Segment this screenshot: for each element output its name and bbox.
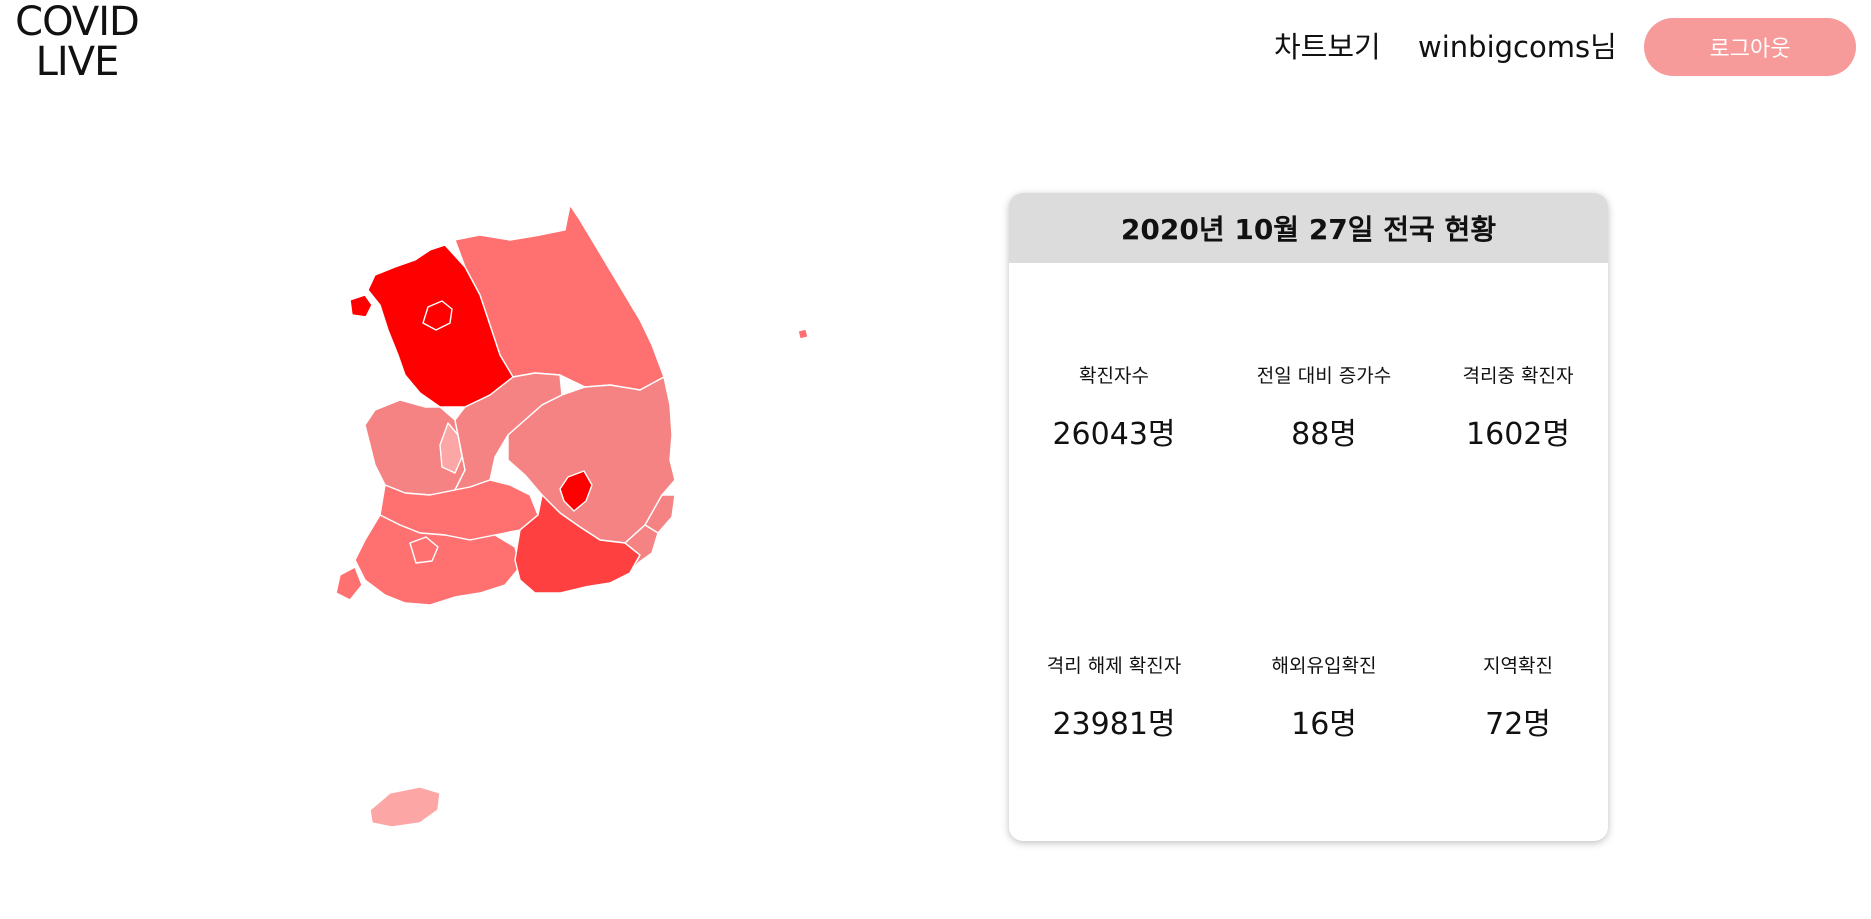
logout-button[interactable]: 로그아웃 — [1644, 18, 1856, 76]
stat-label: 격리 해제 확진자 — [1046, 655, 1182, 677]
stat-value: 23981명 — [1052, 707, 1176, 742]
stat-label: 지역확진 — [1483, 655, 1553, 677]
page: COVID LIVE 차트보기 winbigcoms님 로그아웃 2020년 1… — [0, 0, 1871, 919]
stat-isolating: 격리중 확진자 1602명 — [1418, 361, 1608, 453]
stat-local: 지역확진 72명 — [1418, 651, 1608, 743]
stat-value: 16명 — [1291, 707, 1357, 742]
stat-value: 88명 — [1291, 417, 1357, 452]
stat-label: 전일 대비 증가수 — [1256, 365, 1392, 387]
stat-label: 격리중 확진자 — [1462, 365, 1574, 387]
summary-card: 2020년 10월 27일 전국 현황 확진자수 26043명 전일 대비 증가… — [1009, 193, 1608, 841]
region-ulleung[interactable] — [797, 328, 809, 340]
summary-title: 2020년 10월 27일 전국 현황 — [1009, 193, 1608, 263]
logo-line-2: LIVE — [35, 39, 120, 85]
stat-value: 1602명 — [1466, 417, 1570, 452]
stat-value: 72명 — [1485, 707, 1551, 742]
korea-map — [280, 195, 820, 845]
stat-released: 격리 해제 확진자 23981명 — [1014, 651, 1214, 743]
logo[interactable]: COVID LIVE — [12, 2, 142, 82]
chart-view-link[interactable]: 차트보기 — [1274, 24, 1381, 66]
user-name-link[interactable]: winbigcoms님 — [1418, 24, 1617, 66]
region-incheon[interactable] — [349, 294, 373, 318]
stat-label: 해외유입확진 — [1271, 655, 1377, 677]
stat-imported: 해외유입확진 16명 — [1224, 651, 1424, 743]
logo-line-1: COVID — [15, 0, 140, 45]
stat-daily-increase: 전일 대비 증가수 88명 — [1224, 361, 1424, 453]
stat-value: 26043명 — [1052, 417, 1176, 452]
stat-label: 확진자수 — [1079, 365, 1149, 387]
stat-total-confirmed: 확진자수 26043명 — [1014, 361, 1214, 453]
region-jeju[interactable] — [369, 786, 441, 828]
region-southwest-islands — [335, 566, 363, 601]
